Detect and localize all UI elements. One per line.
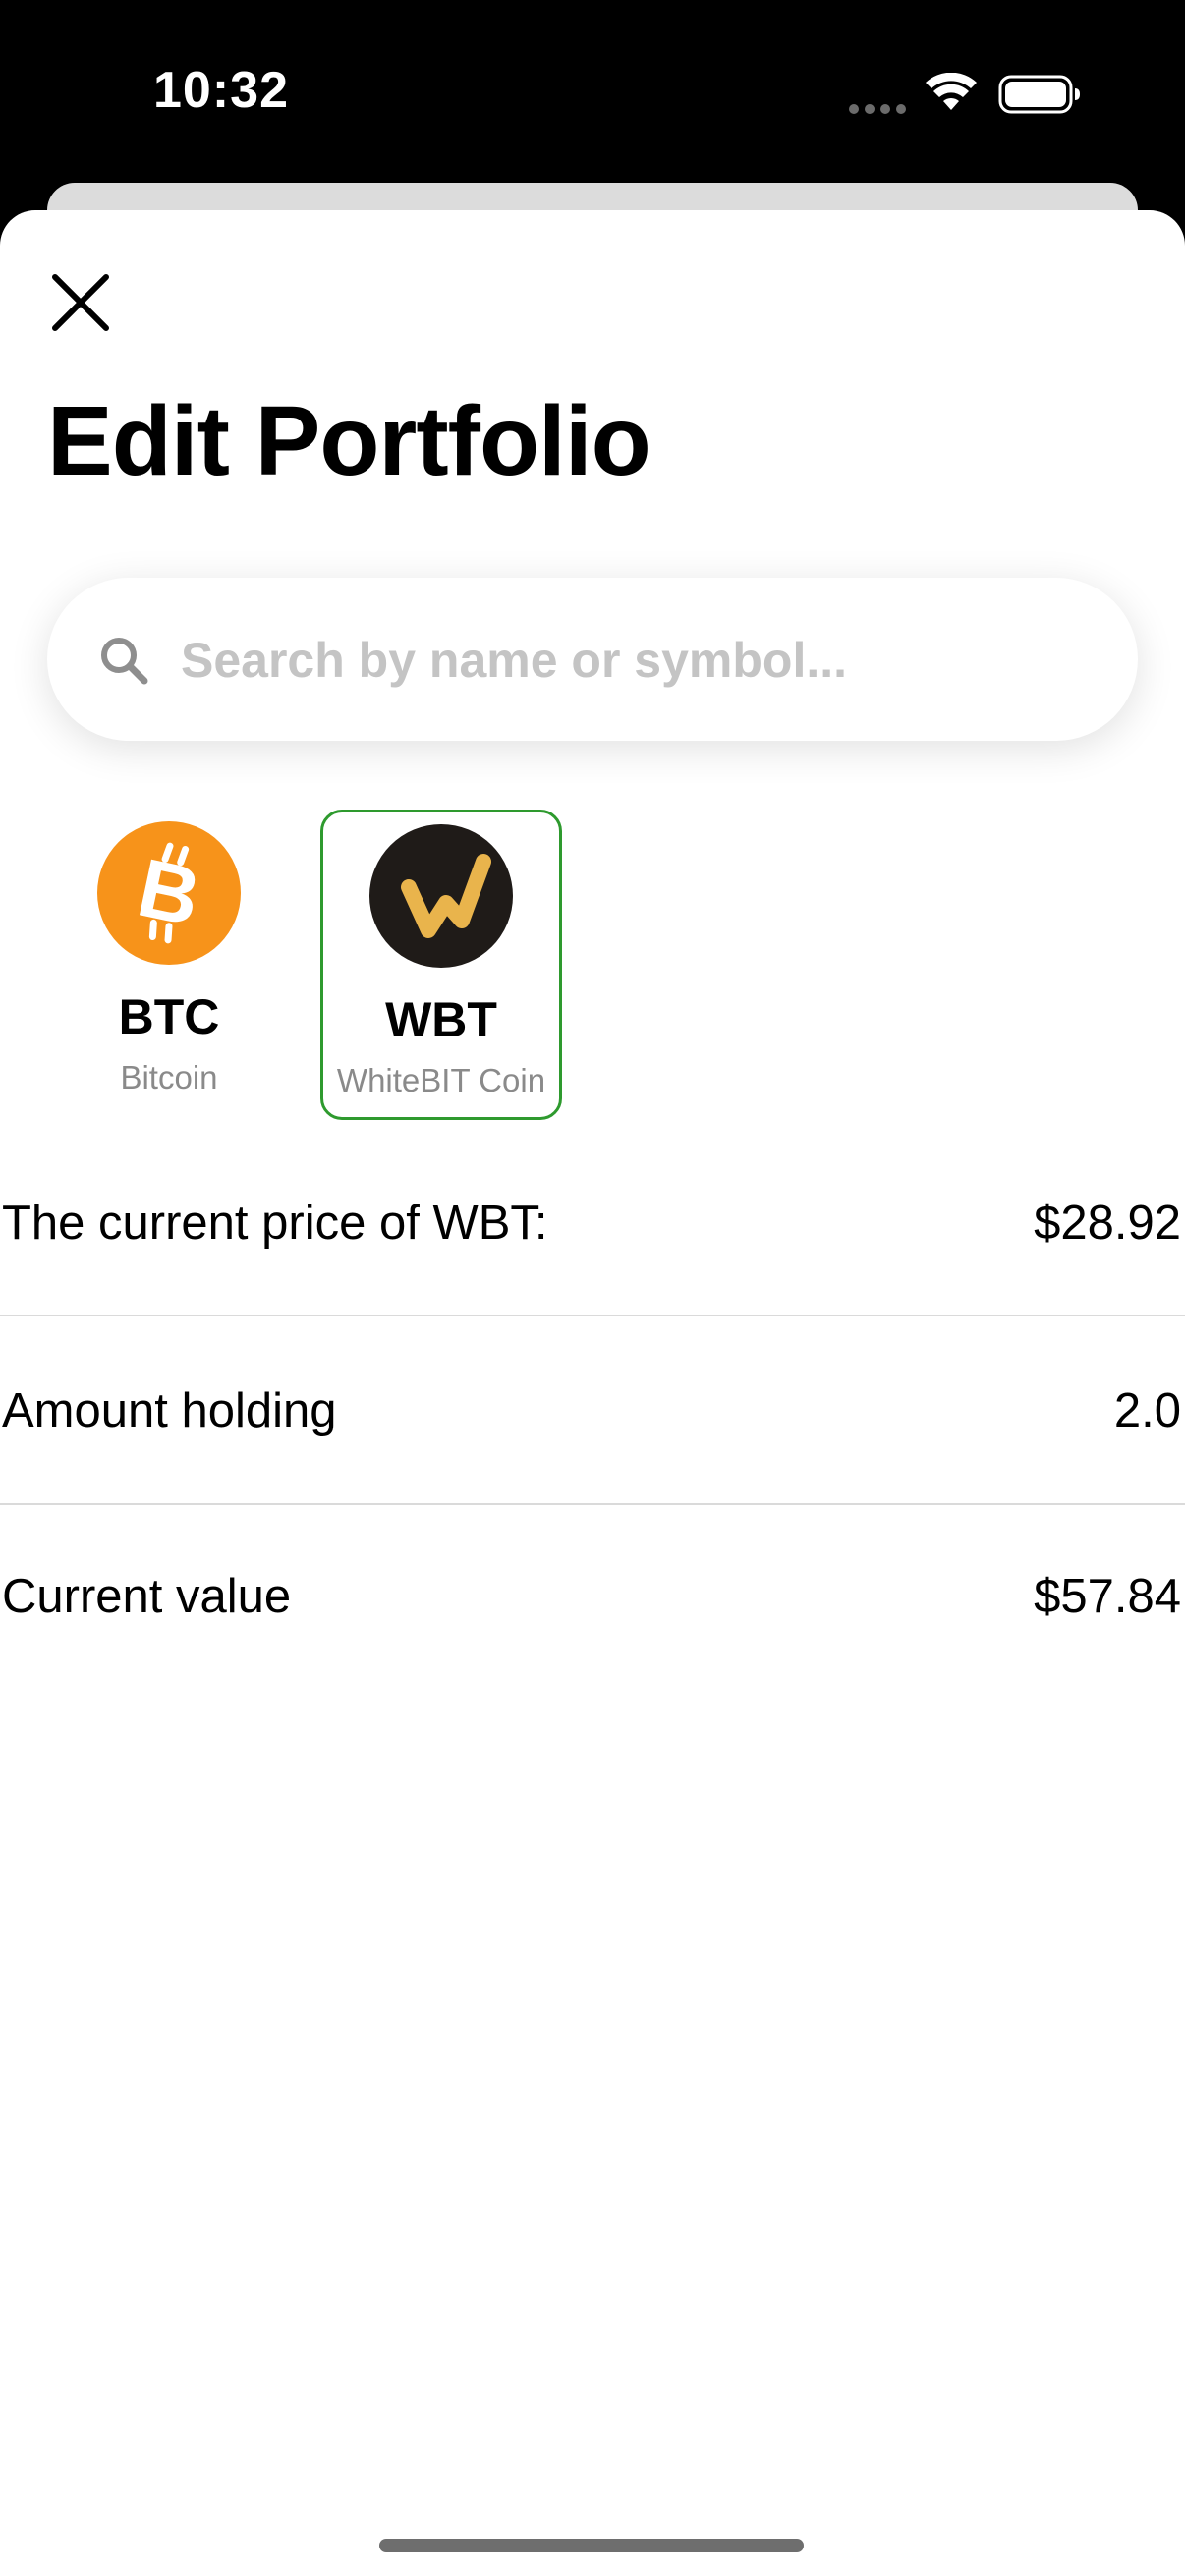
price-value: $28.92 [1034, 1197, 1181, 1250]
search-box[interactable] [47, 578, 1138, 743]
coin-name: WhiteBIT Coin [336, 1062, 546, 1098]
edit-portfolio-sheet: Edit Portfolio B BTC Bitcoin WBT WhiteBI… [0, 210, 1185, 2576]
status-time: 10:32 [153, 62, 289, 119]
amount-row[interactable]: Amount holding 2.0 [0, 1317, 1185, 1504]
coin-card-wbt[interactable]: WBT WhiteBIT Coin [320, 810, 562, 1120]
coin-list: B BTC Bitcoin WBT WhiteBIT Coin [0, 810, 1185, 1124]
price-label: The current price of WBT: [2, 1197, 548, 1250]
price-row: The current price of WBT: $28.92 [0, 1130, 1185, 1316]
close-icon [52, 274, 109, 331]
amount-label: Amount holding [2, 1384, 337, 1437]
page-title: Edit Portfolio [47, 386, 651, 496]
status-bar: 10:32 [0, 0, 1185, 187]
cellular-signal-icon [849, 104, 906, 114]
search-icon [101, 638, 148, 685]
coin-card-btc[interactable]: B BTC Bitcoin [48, 810, 290, 1120]
amount-field[interactable]: 2.0 [1114, 1317, 1181, 1504]
whitebit-logo-icon [369, 824, 513, 968]
coin-symbol: WBT [385, 992, 497, 1047]
bitcoin-logo-icon: B [97, 821, 241, 965]
home-indicator[interactable] [379, 2539, 804, 2552]
current-value-amount: $57.84 [1034, 1570, 1181, 1623]
coin-name: Bitcoin [120, 1059, 218, 1095]
wifi-icon [926, 73, 977, 110]
search-input[interactable] [179, 578, 1106, 743]
close-button[interactable] [47, 269, 114, 336]
divider [0, 1315, 1185, 1316]
current-value-label: Current value [2, 1570, 292, 1623]
battery-icon [998, 75, 1080, 114]
current-value-row: Current value $57.84 [0, 1503, 1185, 1690]
coin-symbol: BTC [118, 989, 220, 1044]
